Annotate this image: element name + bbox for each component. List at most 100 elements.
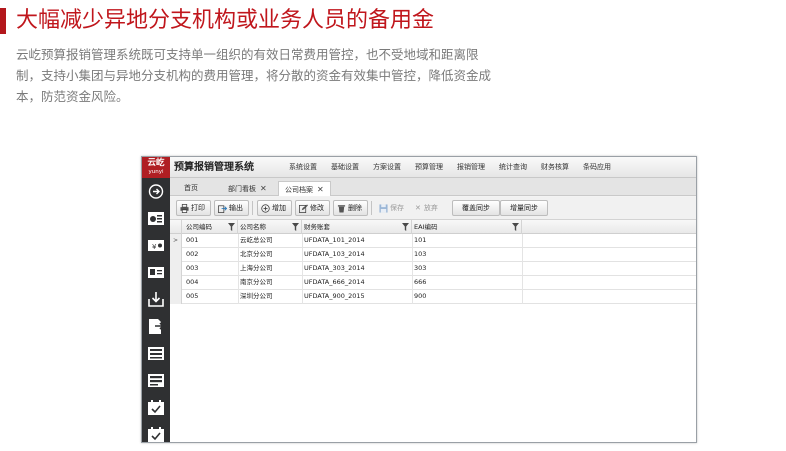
- trash-icon: [337, 204, 346, 213]
- cash-icon: ¥: [148, 239, 164, 251]
- row-indicator: [170, 248, 182, 262]
- company-grid: 公司编码 公司名称 财务账套 EAI编码 > 001 云屹总公司 UFDATA_…: [170, 220, 696, 442]
- cell-company-name: 云屹总公司: [240, 236, 273, 244]
- sidebar: ¥: [142, 178, 170, 442]
- sidebar-item-submit[interactable]: [146, 317, 166, 335]
- filter-icon[interactable]: [292, 223, 299, 231]
- cell-finance-account: UFDATA_900_2015: [304, 292, 365, 300]
- column-divider: [522, 234, 523, 304]
- id-card-icon: [148, 266, 164, 278]
- column-header-eai-code[interactable]: EAI编码: [412, 220, 522, 234]
- column-header-company-code[interactable]: 公司编码: [184, 220, 238, 234]
- column-header-finance-account[interactable]: 财务账套: [302, 220, 412, 234]
- logo-text: 云屹: [147, 158, 165, 168]
- menu-budget-management[interactable]: 预算管理: [415, 157, 443, 178]
- column-label: 公司编码: [186, 223, 212, 231]
- sidebar-item-records[interactable]: [146, 371, 166, 389]
- sidebar-item-cash[interactable]: ¥: [146, 236, 166, 254]
- app-title: 预算报销管理系统: [174, 162, 254, 173]
- sidebar-collapse-button[interactable]: [146, 182, 166, 200]
- filter-icon[interactable]: [512, 223, 519, 231]
- incremental-sync-button[interactable]: 增量同步: [500, 200, 548, 216]
- table-row[interactable]: 003 上海分公司 UFDATA_303_2014 303: [170, 262, 696, 276]
- column-label: 财务账套: [304, 223, 330, 231]
- row-indicator: [170, 290, 182, 304]
- tab-company-archive[interactable]: 公司档案 ✕: [278, 181, 331, 196]
- print-label: 打印: [191, 204, 205, 212]
- menu-plan-settings[interactable]: 方案设置: [373, 157, 401, 178]
- tab-bar: 首页 部门看板 ✕ 公司档案 ✕: [170, 178, 696, 196]
- sidebar-item-server[interactable]: [146, 344, 166, 362]
- export-button[interactable]: 输出: [214, 200, 249, 216]
- column-label: EAI编码: [414, 223, 438, 231]
- pencil-icon: [299, 203, 308, 213]
- cell-company-code: 005: [186, 292, 199, 300]
- toolbar-separator: [371, 201, 372, 215]
- tab-home-label: 首页: [184, 184, 198, 192]
- cell-company-code: 004: [186, 278, 199, 286]
- filter-icon[interactable]: [402, 223, 409, 231]
- column-divider: [302, 234, 303, 304]
- cell-company-name: 北京分公司: [240, 250, 273, 258]
- sidebar-item-card[interactable]: [146, 263, 166, 281]
- save-button[interactable]: 保存: [375, 200, 410, 216]
- column-header-company-name[interactable]: 公司名称: [238, 220, 302, 234]
- sidebar-item-schedule[interactable]: [146, 425, 166, 442]
- sidebar-item-expense[interactable]: [146, 209, 166, 227]
- cell-finance-account: UFDATA_101_2014: [304, 236, 365, 244]
- tab-home[interactable]: 首页: [178, 181, 204, 196]
- menu-statistics-query[interactable]: 统计查询: [499, 157, 527, 178]
- cell-company-name: 深圳分公司: [240, 292, 273, 300]
- row-indicator: [170, 276, 182, 290]
- menu-basic-settings[interactable]: 基础设置: [331, 157, 359, 178]
- cell-company-code: 001: [186, 236, 199, 244]
- menu-financial-accounting[interactable]: 财务核算: [541, 157, 569, 178]
- header-corner: [170, 220, 182, 234]
- logo-subtext: yunyi: [148, 169, 164, 175]
- cell-finance-account: UFDATA_303_2014: [304, 264, 365, 272]
- tab-company-archive-label: 公司档案: [285, 186, 313, 194]
- add-button[interactable]: 增加: [257, 200, 292, 216]
- table-row[interactable]: > 001 云屹总公司 UFDATA_101_2014 101: [170, 234, 696, 248]
- arrow-right-circle-icon: [148, 183, 164, 199]
- close-icon[interactable]: ✕: [260, 184, 267, 193]
- delete-label: 删除: [348, 204, 362, 212]
- menu-barcode-application[interactable]: 条码应用: [583, 157, 611, 178]
- sidebar-item-import[interactable]: [146, 290, 166, 308]
- filter-icon[interactable]: [228, 223, 235, 231]
- save-disk-icon: [379, 203, 388, 213]
- current-row-indicator: >: [170, 234, 182, 248]
- discard-button[interactable]: ✕ 放弃: [411, 200, 444, 216]
- slide-title: 大幅减少异地分支机构或业务人员的备用金: [16, 8, 435, 33]
- cell-company-name: 上海分公司: [240, 264, 273, 272]
- print-button[interactable]: 打印: [176, 200, 211, 216]
- delete-button[interactable]: 删除: [333, 200, 368, 216]
- cell-eai-code: 666: [414, 278, 427, 286]
- menu-system-settings[interactable]: 系统设置: [289, 157, 317, 178]
- cell-eai-code: 900: [414, 292, 427, 300]
- table-row[interactable]: 002 北京分公司 UFDATA_103_2014 103: [170, 248, 696, 262]
- tab-department-board[interactable]: 部门看板 ✕: [222, 181, 273, 196]
- document-arrow-icon: [149, 318, 165, 334]
- incremental-sync-label: 增量同步: [510, 204, 538, 212]
- edit-button[interactable]: 修改: [295, 200, 330, 216]
- cell-eai-code: 101: [414, 236, 427, 244]
- table-row[interactable]: 005 深圳分公司 UFDATA_900_2015 900: [170, 290, 696, 304]
- table-row[interactable]: 004 南京分公司 UFDATA_666_2014 666: [170, 276, 696, 290]
- discard-x-icon: ✕: [415, 204, 421, 212]
- overwrite-sync-button[interactable]: 覆盖同步: [452, 200, 500, 216]
- title-accent-bar: [0, 8, 6, 34]
- overwrite-sync-label: 覆盖同步: [462, 204, 490, 212]
- server-list-icon: [148, 346, 164, 360]
- calendar-icon: [148, 399, 164, 415]
- sidebar-item-calendar[interactable]: [146, 398, 166, 416]
- grid-header: 公司编码 公司名称 财务账套 EAI编码: [170, 220, 696, 234]
- cell-company-name: 南京分公司: [240, 278, 273, 286]
- close-icon[interactable]: ✕: [317, 185, 324, 194]
- toolbar-separator: [252, 201, 253, 215]
- plus-circle-icon: [261, 203, 270, 213]
- add-label: 增加: [272, 204, 286, 212]
- menu-reimbursement-management[interactable]: 报销管理: [457, 157, 485, 178]
- cell-company-code: 002: [186, 250, 199, 258]
- download-tray-icon: [148, 291, 164, 307]
